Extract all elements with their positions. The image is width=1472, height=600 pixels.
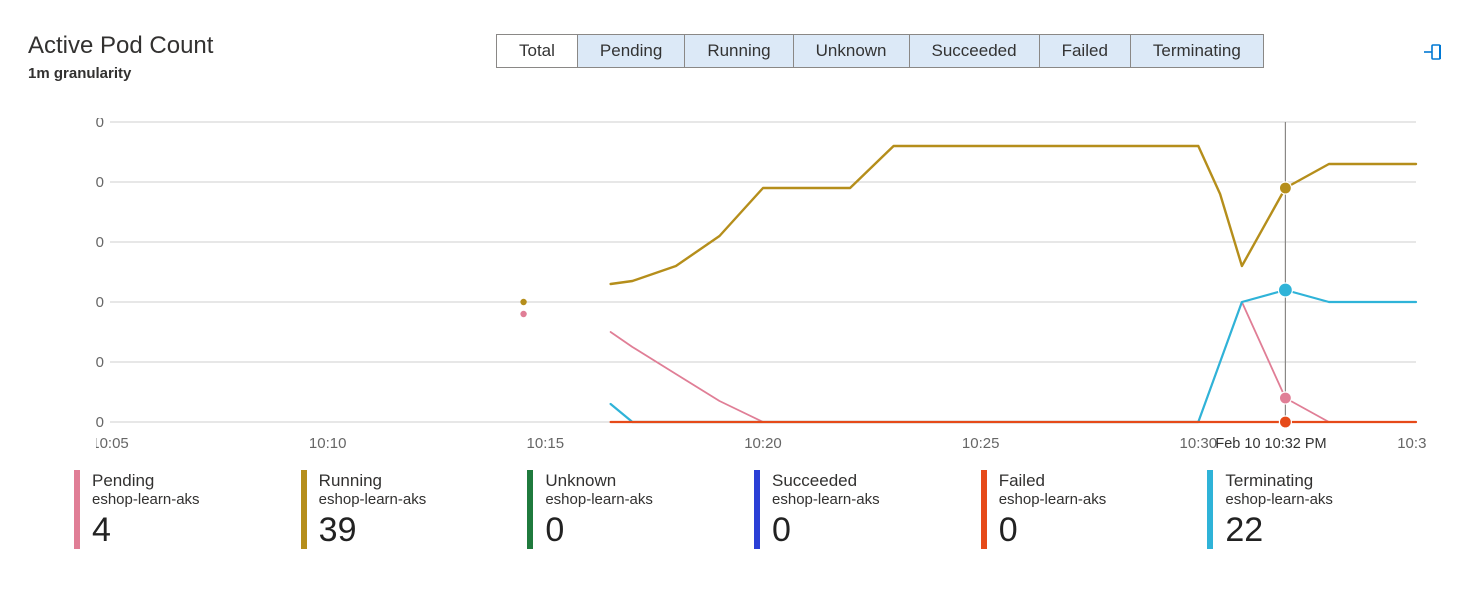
svg-text:20: 20 xyxy=(96,294,104,311)
legend-sublabel: eshop-learn-aks xyxy=(545,491,653,510)
legend-swatch xyxy=(301,470,307,549)
filter-unknown[interactable]: Unknown xyxy=(794,35,910,67)
legend-label: Running xyxy=(319,470,427,491)
legend-value: 22 xyxy=(1225,512,1333,549)
legend-sublabel: eshop-learn-aks xyxy=(999,491,1107,510)
legend-swatch xyxy=(981,470,987,549)
svg-text:10:25: 10:25 xyxy=(962,435,1000,452)
legend-value: 0 xyxy=(772,512,880,549)
legend-label: Succeeded xyxy=(772,470,880,491)
legend-label: Unknown xyxy=(545,470,653,491)
legend-swatch xyxy=(1207,470,1213,549)
legend-sublabel: eshop-learn-aks xyxy=(1225,491,1333,510)
legend-item-unknown[interactable]: Unknown eshop-learn-aks 0 xyxy=(527,470,754,549)
legend: Pending eshop-learn-aks 4 Running eshop-… xyxy=(74,470,1434,549)
chart-plot[interactable]: 0102030405010:0510:1010:1510:2010:2510:3… xyxy=(96,118,1426,434)
legend-label: Pending xyxy=(92,470,200,491)
svg-text:10:30: 10:30 xyxy=(1180,435,1218,452)
svg-text:0: 0 xyxy=(96,414,104,431)
svg-text:10: 10 xyxy=(96,354,104,371)
filter-running[interactable]: Running xyxy=(685,35,793,67)
svg-text:10:20: 10:20 xyxy=(744,435,782,452)
svg-text:50: 50 xyxy=(96,118,104,131)
legend-item-running[interactable]: Running eshop-learn-aks 39 xyxy=(301,470,528,549)
filter-total[interactable]: Total xyxy=(497,35,578,67)
pin-icon[interactable] xyxy=(1422,40,1446,69)
filter-pending[interactable]: Pending xyxy=(578,35,685,67)
filter-bar: Total Pending Running Unknown Succeeded … xyxy=(496,34,1264,68)
legend-item-terminating[interactable]: Terminating eshop-learn-aks 22 xyxy=(1207,470,1434,549)
chart-panel: Active Pod Count 1m granularity Total Pe… xyxy=(0,0,1472,600)
svg-text:10:35: 10:35 xyxy=(1397,435,1426,452)
legend-sublabel: eshop-learn-aks xyxy=(319,491,427,510)
svg-text:10:15: 10:15 xyxy=(527,435,565,452)
svg-text:30: 30 xyxy=(96,234,104,251)
legend-item-succeeded[interactable]: Succeeded eshop-learn-aks 0 xyxy=(754,470,981,549)
legend-label: Terminating xyxy=(1225,470,1333,491)
legend-value: 0 xyxy=(545,512,653,549)
legend-value: 39 xyxy=(319,512,427,549)
legend-sublabel: eshop-learn-aks xyxy=(772,491,880,510)
legend-swatch xyxy=(74,470,80,549)
legend-sublabel: eshop-learn-aks xyxy=(92,491,200,510)
legend-label: Failed xyxy=(999,470,1107,491)
filter-succeeded[interactable]: Succeeded xyxy=(910,35,1040,67)
filter-terminating[interactable]: Terminating xyxy=(1131,35,1263,67)
legend-item-failed[interactable]: Failed eshop-learn-aks 0 xyxy=(981,470,1208,549)
svg-text:10:05: 10:05 xyxy=(96,435,129,452)
legend-item-pending[interactable]: Pending eshop-learn-aks 4 xyxy=(74,470,301,549)
filter-failed[interactable]: Failed xyxy=(1040,35,1131,67)
svg-text:40: 40 xyxy=(96,174,104,191)
legend-swatch xyxy=(754,470,760,549)
svg-text:Feb 10 10:32 PM: Feb 10 10:32 PM xyxy=(1215,436,1326,452)
legend-value: 4 xyxy=(92,512,200,549)
legend-swatch xyxy=(527,470,533,549)
svg-text:10:10: 10:10 xyxy=(309,435,347,452)
legend-value: 0 xyxy=(999,512,1107,549)
